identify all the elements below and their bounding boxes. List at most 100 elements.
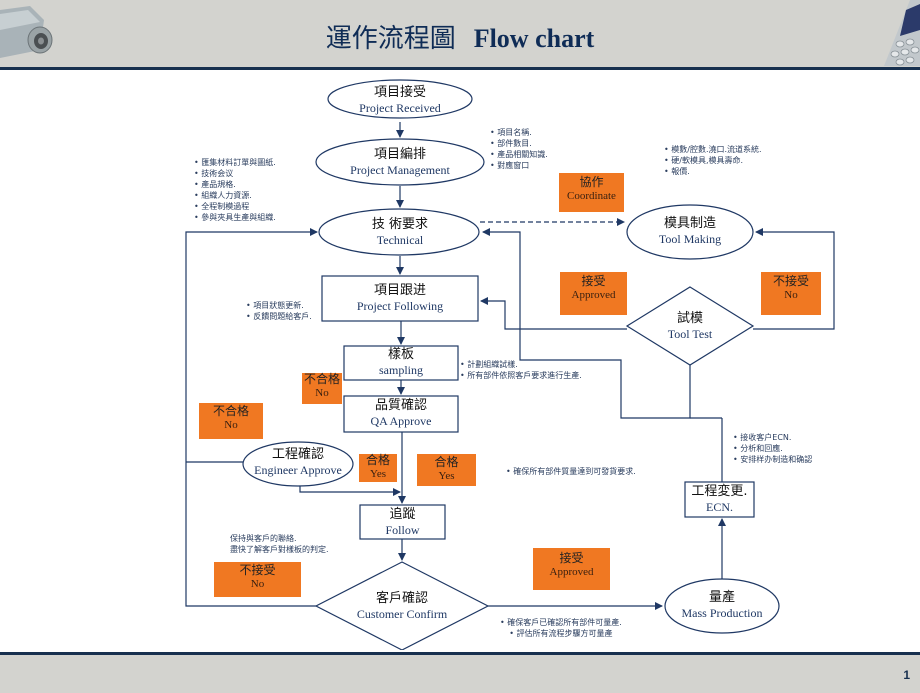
- note-item: 產品相關知識.: [490, 149, 548, 160]
- note-item: 報價.: [664, 166, 762, 177]
- note-item: 產品規格.: [194, 179, 276, 190]
- notes-following: 項目狀態更新. 反饋問題給客戶.: [246, 300, 312, 322]
- badge-yes-qa: 合格 Yes: [417, 454, 476, 486]
- badge-label-en: Approved: [549, 565, 594, 578]
- node-label-en: Project Received: [359, 100, 441, 115]
- badge-yes-engineer: 合格 Yes: [359, 453, 397, 482]
- node-sampling[interactable]: 樣板 sampling: [344, 347, 458, 377]
- node-project-received[interactable]: 項目接受 Project Received: [328, 85, 472, 115]
- badge-label-cn: 不接受: [239, 563, 276, 577]
- note-item: 項目名稱.: [490, 127, 548, 138]
- node-label-en: Technical: [376, 232, 424, 247]
- note-item: 技術会议: [194, 168, 276, 179]
- note-item: 參與夾具生產與組織.: [194, 212, 276, 223]
- node-label-en: Tool Making: [658, 231, 722, 246]
- badge-label-cn: 合格: [434, 455, 459, 469]
- node-label-cn: 品質確認: [374, 398, 427, 413]
- badge-coordinate: 協作 Coordinate: [559, 173, 624, 212]
- note-item: 盡快了解客戶對樣板的判定.: [230, 545, 329, 554]
- node-project-management[interactable]: 項目編排 Project Management: [316, 147, 484, 177]
- node-label-cn: 技 術要求: [371, 217, 429, 232]
- node-engineer-approve[interactable]: 工程確認 Engineer Approve: [243, 447, 353, 477]
- node-label-en: QA Approve: [370, 413, 432, 428]
- note-item: 項目狀態更新.: [246, 300, 312, 311]
- node-qa-approve[interactable]: 品質確認 QA Approve: [344, 398, 458, 428]
- note-item: 部件數目.: [490, 138, 548, 149]
- node-label-cn: 工程変更.: [691, 484, 748, 499]
- note-item: 保持與客戶的聯絡.: [230, 534, 297, 543]
- badge-label-cn: 接受: [581, 274, 606, 288]
- badge-label-en: Yes: [438, 469, 455, 482]
- node-label-cn: 模具制造: [663, 216, 716, 231]
- note-item: 計劃組織試樣.: [460, 359, 582, 370]
- node-mass-production[interactable]: 量產 Mass Production: [665, 590, 779, 620]
- node-technical[interactable]: 技 術要求 Technical: [320, 217, 480, 247]
- notes-tool-making: 模數/腔數.澆口.流道系統. 硬/軟模具,模具壽命. 報價.: [664, 144, 762, 177]
- node-label-cn: 量產: [708, 590, 735, 605]
- node-follow[interactable]: 追蹤 Follow: [360, 507, 445, 537]
- notes-management-left: 匯集材料訂單與圖紙. 技術会议 產品規格. 組織人力資源. 全程制模過程 參與夾…: [194, 157, 276, 223]
- notes-management-right: 項目名稱. 部件數目. 產品相關知識. 對應窗口: [490, 127, 548, 171]
- badge-no-tool: 不接受 No: [761, 272, 821, 315]
- badge-label-en: Coordinate: [567, 189, 616, 202]
- node-label-en: sampling: [379, 362, 423, 377]
- note-item: 接收客户ECN.: [733, 432, 812, 443]
- badge-label-cn: 協作: [579, 175, 604, 189]
- badge-label-cn: 接受: [559, 551, 584, 565]
- node-label-cn: 項目接受: [373, 85, 426, 100]
- node-label-cn: 追蹤: [389, 507, 416, 522]
- node-customer-confirm[interactable]: 客戶確認 Customer Confirm: [342, 591, 462, 621]
- note-item: 組織人力資源.: [194, 190, 276, 201]
- node-label-en: Follow: [385, 522, 420, 537]
- node-label-en: ECN.: [706, 499, 733, 514]
- notes-customer: 確保客戶已確認所有部件可量產. 評估所有流程步驟方可量產: [500, 617, 622, 639]
- badge-label-en: Yes: [369, 467, 386, 480]
- node-label-en: Tool Test: [667, 326, 713, 341]
- node-label-cn: 工程確認: [271, 447, 324, 462]
- note-item: 硬/軟模具,模具壽命.: [664, 155, 762, 166]
- node-label-cn: 項目編排: [373, 147, 426, 162]
- notes-sampling: 計劃組織試樣. 所有部件依照客戶要求進行生產.: [460, 359, 582, 381]
- note-item: 確保客戶已確認所有部件可量產.: [500, 617, 622, 628]
- badge-approved-customer: 接受 Approved: [533, 548, 610, 590]
- notes-follow: 保持與客戶的聯絡. 盡快了解客戶對樣板的判定.: [230, 533, 329, 555]
- badge-no-qa: 不合格 No: [199, 403, 263, 439]
- node-tool-making[interactable]: 模具制造 Tool Making: [628, 216, 752, 246]
- badge-approved-tool: 接受 Approved: [560, 272, 627, 315]
- badge-label-cn: 合格: [365, 453, 390, 467]
- badge-label-en: No: [315, 386, 329, 399]
- node-label-en: Engineer Approve: [254, 462, 342, 477]
- node-label-cn: 試模: [676, 311, 703, 326]
- node-ecn[interactable]: 工程変更. ECN.: [685, 484, 754, 514]
- node-label-en: Customer Confirm: [356, 606, 448, 621]
- note-item: 匯集材料訂單與圖紙.: [194, 157, 276, 168]
- badge-label-en: No: [224, 418, 238, 431]
- note-item: 全程制模過程: [194, 201, 276, 212]
- node-label-en: Project Management: [350, 162, 450, 177]
- notes-qa: 確保所有部件質量達到可發貨要求.: [506, 466, 636, 477]
- page-number: 1: [903, 668, 910, 682]
- badge-label-cn: 不合格: [212, 404, 249, 418]
- badge-label-en: Approved: [571, 288, 616, 301]
- note-item: 所有部件依照客戶要求進行生產.: [460, 370, 582, 381]
- badge-label-cn: 不合格: [303, 372, 340, 386]
- node-tool-test[interactable]: 試模 Tool Test: [640, 311, 740, 341]
- slide-footer: 1: [0, 652, 920, 693]
- node-label-en: Mass Production: [681, 605, 763, 620]
- node-label-en: Project Following: [356, 298, 444, 313]
- badge-label-en: No: [250, 577, 265, 590]
- node-label-cn: 項目跟进: [373, 283, 426, 298]
- note-item: 對應窗口: [490, 160, 548, 171]
- notes-ecn: 接收客户ECN. 分析和回應. 安排样办制造和确認: [733, 432, 812, 465]
- note-item: 安排样办制造和确認: [733, 454, 812, 465]
- badge-label-en: No: [784, 288, 798, 301]
- badge-label-cn: 不接受: [772, 274, 809, 288]
- node-project-following[interactable]: 項目跟进 Project Following: [322, 283, 478, 313]
- note-item: 反饋問題給客戶.: [246, 311, 312, 322]
- node-label-cn: 客戶確認: [375, 591, 428, 606]
- note-item: 分析和回應.: [733, 443, 812, 454]
- note-item: 確保所有部件質量達到可發貨要求.: [506, 466, 636, 477]
- note-item: 評估所有流程步驟方可量產: [500, 628, 622, 639]
- badge-no-sampling: 不合格 No: [302, 372, 342, 404]
- node-label-cn: 樣板: [387, 347, 414, 362]
